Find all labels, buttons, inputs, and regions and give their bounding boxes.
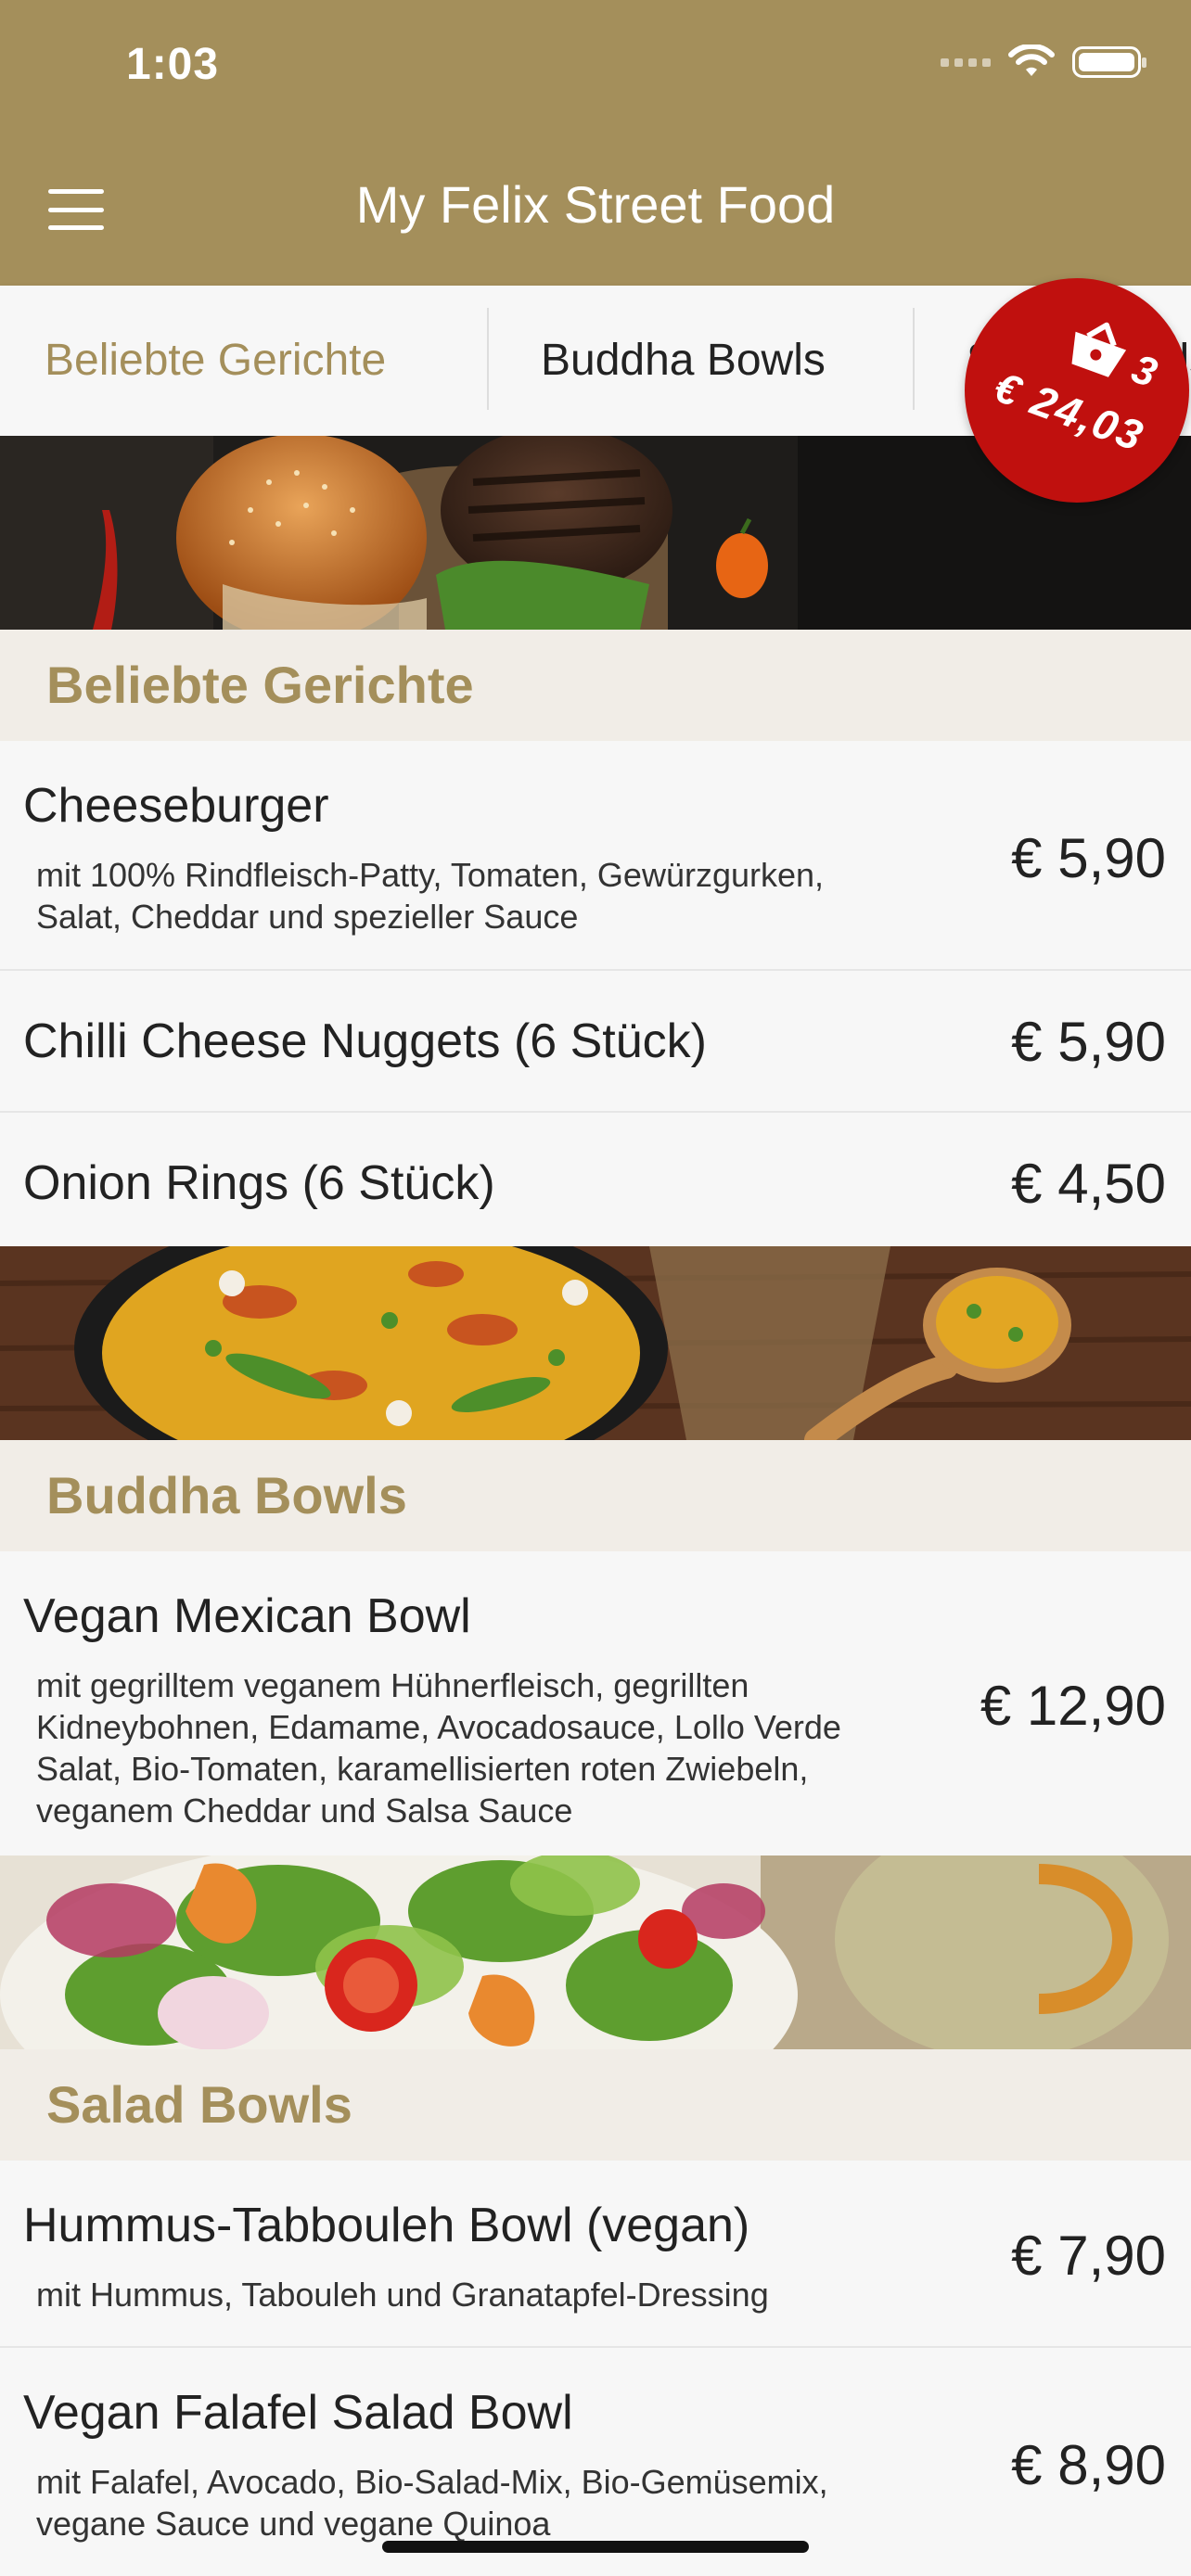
banner-image-buddha-bowls — [0, 1246, 1191, 1440]
item-price: € 4,50 — [1011, 1153, 1166, 1215]
app-header: 1:03 My Felix Street Food — [0, 0, 1191, 286]
battery-icon — [1072, 46, 1146, 78]
section-header-salad-bowls: Salad Bowls — [0, 2049, 1191, 2161]
item-price: € 12,90 — [980, 1675, 1166, 1737]
menu-item-onion-rings[interactable]: Onion Rings (6 Stück) € 4,50 — [0, 1113, 1191, 1246]
tab-divider — [487, 308, 489, 410]
section-title: Buddha Bowls — [46, 1466, 407, 1524]
section-header-buddha-bowls: Buddha Bowls — [0, 1440, 1191, 1551]
item-name: Hummus-Tabbouleh Bowl (vegan) — [23, 2199, 750, 2252]
item-price: € 5,90 — [1011, 1011, 1166, 1073]
menu-item-cheeseburger[interactable]: Cheeseburger mit 100% Rindfleisch-Patty,… — [0, 741, 1191, 971]
status-time: 1:03 — [126, 40, 220, 89]
wifi-icon — [1008, 45, 1055, 76]
item-price: € 8,90 — [1011, 2434, 1166, 2496]
status-icons — [941, 45, 1146, 80]
section-title: Salad Bowls — [46, 2075, 352, 2134]
menu-item-hummus-tabbouleh-bowl[interactable]: Hummus-Tabbouleh Bowl (vegan) mit Hummus… — [0, 2161, 1191, 2348]
section-title: Beliebte Gerichte — [46, 656, 474, 714]
item-name: Cheeseburger — [23, 779, 329, 833]
section-header-beliebte-gerichte: Beliebte Gerichte — [0, 630, 1191, 741]
item-description: mit 100% Rindfleisch-Patty, Tomaten, Gew… — [36, 856, 825, 936]
banner-image-salad-bowls — [0, 1855, 1191, 2049]
item-description: mit gegrilltem veganem Hühnerfleisch, ge… — [36, 1666, 841, 1830]
item-price: € 7,90 — [1011, 2225, 1166, 2287]
tab-divider — [913, 308, 915, 410]
shopping-basket-icon — [1071, 322, 1127, 377]
item-description: mit Falafel, Avocado, Bio-Salad-Mix, Bio… — [36, 2463, 828, 2543]
home-indicator[interactable] — [382, 2541, 809, 2553]
item-name: Vegan Mexican Bowl — [23, 1589, 471, 1643]
menu-item-chilli-cheese-nuggets[interactable]: Chilli Cheese Nuggets (6 Stück) € 5,90 — [0, 971, 1191, 1113]
tab-beliebte-gerichte[interactable]: Beliebte Gerichte — [45, 286, 386, 436]
menu-item-vegan-mexican-bowl[interactable]: Vegan Mexican Bowl mit gegrilltem vegane… — [0, 1551, 1191, 1855]
item-price: € 5,90 — [1011, 827, 1166, 889]
item-description: mit Hummus, Tabouleh und Granatapfel-Dre… — [36, 2276, 769, 2314]
app-title: My Felix Street Food — [355, 175, 836, 234]
item-name: Vegan Falafel Salad Bowl — [23, 2386, 573, 2440]
item-name: Onion Rings (6 Stück) — [23, 1156, 495, 1210]
cellular-signal-icon — [941, 57, 991, 67]
cart-button[interactable]: 3 € 24,03 — [965, 278, 1189, 503]
item-name: Chilli Cheese Nuggets (6 Stück) — [23, 1014, 707, 1068]
cart-count: 3 — [1125, 345, 1163, 397]
tab-buddha-bowls[interactable]: Buddha Bowls — [541, 286, 826, 436]
